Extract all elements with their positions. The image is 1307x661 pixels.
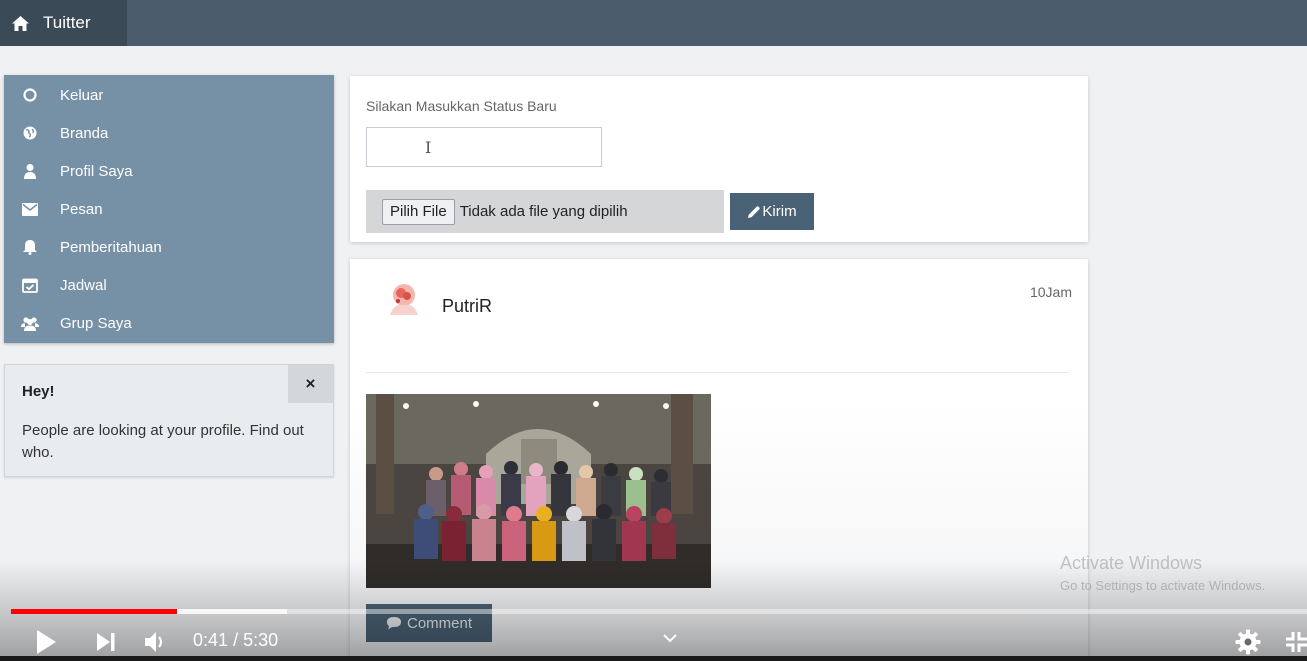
post-card: PutriR 10Jam Comment [350,259,1088,661]
volume-icon [145,632,163,652]
next-button[interactable] [92,628,120,656]
circle-icon [21,86,39,104]
activate-windows-watermark: Activate Windows Go to Settings to activ… [1060,553,1265,593]
avatar[interactable] [386,281,420,317]
play-icon [37,630,56,654]
post-username[interactable]: PutriR [442,296,492,317]
watermark-title: Activate Windows [1060,553,1203,573]
video-progress-bar[interactable] [11,609,1307,614]
comment-icon [386,617,401,630]
alert-text: People are looking at your profile. Find… [22,422,304,461]
sidebar-item-label: Profil Saya [60,162,133,180]
exit-fullscreen-icon [1286,632,1307,652]
user-icon [21,162,39,180]
home-icon [12,15,29,31]
users-icon [21,314,39,332]
top-navbar: Tuitter [0,0,1307,46]
sidebar-item-label: Pesan [60,200,103,218]
globe-icon [21,124,39,142]
post-image[interactable] [366,394,711,588]
envelope-icon [21,200,39,218]
calendar-check-icon [21,276,39,294]
sidebar-item-pesan[interactable]: Pesan [4,190,334,228]
sidebar-item-label: Branda [60,124,109,142]
sidebar-item-pemberitahuan[interactable]: Pemberitahuan [4,228,334,266]
submit-label: Kirim [762,203,797,220]
comment-label: Comment [406,614,473,632]
brand-link[interactable]: Tuitter [0,0,127,46]
submit-status-button[interactable]: Kirim [730,193,814,230]
sidebar-item-label: Keluar [60,86,104,104]
gear-icon [1235,629,1261,655]
close-icon: × [305,374,316,393]
profile-alert: Hey! People are looking at your profile.… [4,364,334,477]
alert-close-button[interactable]: × [288,365,333,403]
progress-played [11,609,177,614]
sidebar-item-branda[interactable]: Branda [4,114,334,152]
pencil-icon [748,205,761,218]
settings-button[interactable] [1233,627,1263,657]
sidebar-item-label: Grup Saya [60,314,132,332]
alert-title: Hey! [22,383,55,400]
sidebar-item-profil-saya[interactable]: Profil Saya [4,152,334,190]
video-bottom-edge [0,656,1307,661]
file-status-text: Tidak ada file yang dipilih [459,203,628,220]
watermark-subtitle: Go to Settings to activate Windows. [1060,578,1266,593]
chevron-down-icon [663,633,677,642]
choose-file-button[interactable]: Pilih File [382,198,455,225]
text-cursor-icon: I [425,138,432,157]
duration: 5:30 [243,630,279,650]
post-timestamp: 10Jam [1029,284,1072,300]
expand-button[interactable] [660,630,680,646]
bell-icon [21,238,39,256]
status-input[interactable]: I [366,127,602,167]
sidebar-item-label: Pemberitahuan [60,238,162,256]
play-button[interactable] [30,626,62,658]
exit-fullscreen-button[interactable] [1285,627,1307,657]
time-separator: / [233,630,239,650]
brand-name: Tuitter [43,13,91,32]
file-picker: Pilih File Tidak ada file yang dipilih [366,190,724,233]
sidebar-item-jadwal[interactable]: Jadwal [4,266,334,304]
status-label: Silakan Masukkan Status Baru [366,98,557,114]
sidebar-item-keluar[interactable]: Keluar [4,76,334,114]
post-divider [366,372,1068,373]
current-time: 0:41 [193,630,229,650]
sidebar-menu: Keluar Branda Profil Saya Pesan Pemberit… [4,75,334,343]
time-display: 0:41 / 5:30 [193,630,278,651]
status-composer: Silakan Masukkan Status Baru I Pilih Fil… [350,76,1088,242]
sidebar-item-grup-saya[interactable]: Grup Saya [4,304,334,342]
skip-next-icon [97,633,115,651]
volume-button[interactable] [142,627,172,657]
sidebar-item-label: Jadwal [60,276,107,294]
